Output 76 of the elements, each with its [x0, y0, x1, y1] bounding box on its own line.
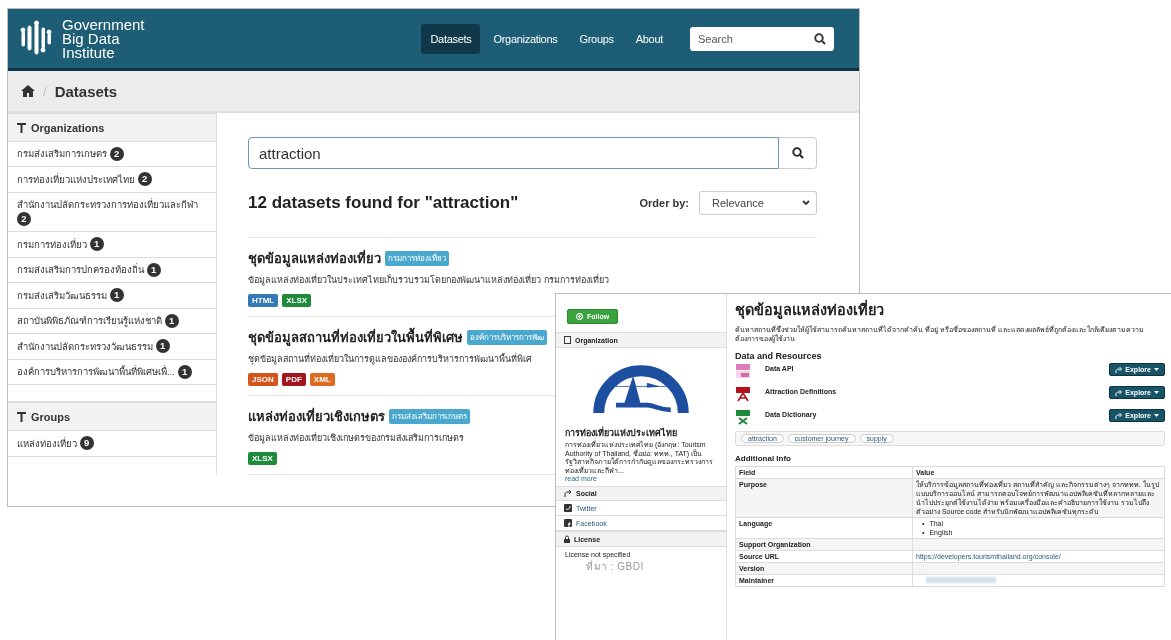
breadcrumb-current: Datasets: [54, 82, 118, 100]
dataset-title[interactable]: ชุดข้อมูลแหล่งท่องเที่ยว: [248, 248, 381, 269]
caret-icon: [1154, 414, 1159, 417]
share-icon: [1115, 389, 1123, 396]
nav-link[interactable]: About: [626, 23, 672, 54]
dataset-description: ชุดข้อมูลสถานที่ท่องเที่ยวในการดูแลขององค์การบริหารการพัฒนาพื้นที่พิเศ: [248, 352, 532, 366]
facet-item[interactable]: กรมส่งเสริมวัฒนธรรม: [17, 288, 107, 303]
organization-name: การท่องเที่ยวแห่งประเทศไทย: [564, 426, 678, 440]
caret-icon: [1154, 368, 1159, 371]
dataset-title: ชุดข้อมูลแหล่งท่องเที่ยว: [735, 298, 1165, 321]
count-badge: 1: [155, 339, 170, 354]
format-label[interactable]: HTML: [248, 294, 279, 307]
share-icon: [564, 490, 572, 497]
facet-item[interactable]: สำนักงานปลัดกระทรวงการท่องเที่ยวและกีฬา: [17, 198, 198, 213]
share-icon: [1115, 366, 1123, 373]
dataset-description: ข้อมูลแหล่งท่องเที่ยวเชิงเกษตรของกรมส่งเสริมการเกษตร: [248, 431, 464, 445]
filter-icon: [17, 411, 26, 422]
facet-item[interactable]: แหล่งท่องเที่ยว: [17, 436, 77, 451]
organization-tag: กรมการท่องเที่ยว: [385, 251, 449, 266]
format-label[interactable]: XLSX: [282, 294, 312, 307]
spreadsheet-file-icon: [735, 409, 751, 425]
dataset-title[interactable]: ชุดข้อมูลสถานที่ท่องเที่ยวในพื้นที่พิเศษ: [248, 327, 463, 348]
search-icon: [814, 32, 826, 45]
facebook-icon: [564, 519, 572, 527]
dataset-description: ข้อมูลแหล่งท่องเที่ยวในประเทศไทยเก็บรวบรวมโดยกองพัฒนาแหล่งท่องเที่ยว กรมการท่องเที่ยว: [248, 273, 609, 287]
source-note: ที่มา : GBDI: [556, 560, 726, 573]
count-badge: 1: [109, 288, 124, 303]
dataset-search-field[interactable]: attraction: [248, 137, 779, 169]
breadcrumb-separator: /: [43, 83, 47, 99]
format-label[interactable]: JSON: [248, 373, 278, 386]
bookmark-icon: [564, 336, 571, 344]
facet-item[interactable]: กรมการท่องเที่ยว: [17, 237, 87, 252]
section-heading: Data and Resources: [735, 351, 823, 361]
count-badge: 2: [109, 147, 124, 161]
plus-circle-icon: [576, 313, 583, 320]
order-by-select[interactable]: Relevance: [699, 191, 817, 215]
format-label[interactable]: PDF: [281, 373, 306, 386]
nav-link[interactable]: Organizations: [484, 23, 567, 54]
count-badge: 2: [17, 212, 31, 227]
count-badge: 9: [79, 436, 94, 451]
api-file-icon: [735, 363, 751, 379]
section-heading: Additional Info: [735, 454, 792, 463]
count-badge: 1: [177, 364, 192, 379]
facet-title: Groups: [31, 410, 71, 423]
nav-link[interactable]: Datasets: [421, 23, 481, 54]
caret-icon: [1154, 391, 1159, 394]
facet-item[interactable]: การท่องเที่ยวแห่งประเทศไทย: [17, 172, 135, 187]
lock-icon: [564, 535, 570, 543]
count-badge: 1: [146, 262, 161, 277]
blurred-value: [926, 577, 996, 583]
format-label[interactable]: XLSX: [248, 452, 277, 465]
facet-item[interactable]: องค์การบริหารการพัฒนาพื้นที่พิเศษเพื่...: [17, 365, 175, 380]
dataset-title[interactable]: แหล่งท่องเที่ยวเชิงเกษตร: [248, 406, 385, 427]
share-icon: [1115, 412, 1123, 419]
facet-item[interactable]: สำนักงานปลัดกระทรวงวัฒนธรรม: [17, 339, 153, 354]
logo-text[interactable]: Government Big Data Institute: [62, 17, 145, 60]
order-by-label: Order by:: [639, 197, 689, 209]
site-search-field[interactable]: Search: [690, 26, 834, 51]
facet-item[interactable]: สถาบันพิพิธภัณฑ์การเรียนรู้แห่งชาติ: [17, 314, 162, 329]
facet-item[interactable]: กรมส่งเสริมการเกษตร: [17, 147, 107, 162]
results-heading: 12 datasets found for "attraction": [248, 193, 519, 213]
facet-title: Organizations: [31, 121, 105, 134]
chevron-icon: [802, 200, 810, 206]
home-icon[interactable]: [21, 85, 35, 97]
facet-item[interactable]: กรมส่งเสริมการปกครองท้องถิ่น: [17, 263, 144, 278]
filter-icon: [17, 122, 26, 133]
count-badge: 1: [89, 237, 104, 252]
organization-tag: องค์การบริหารการพัฒ: [467, 330, 547, 345]
search-icon: [791, 147, 804, 159]
count-badge: 1: [164, 313, 179, 328]
nav-link[interactable]: Groups: [570, 23, 623, 54]
pdf-file-icon: [735, 386, 751, 402]
organization-tag: กรมส่งเสริมการเกษตร: [389, 409, 470, 424]
twitter-icon: [564, 504, 572, 512]
search-button[interactable]: [779, 137, 817, 169]
count-badge: 2: [137, 172, 152, 187]
